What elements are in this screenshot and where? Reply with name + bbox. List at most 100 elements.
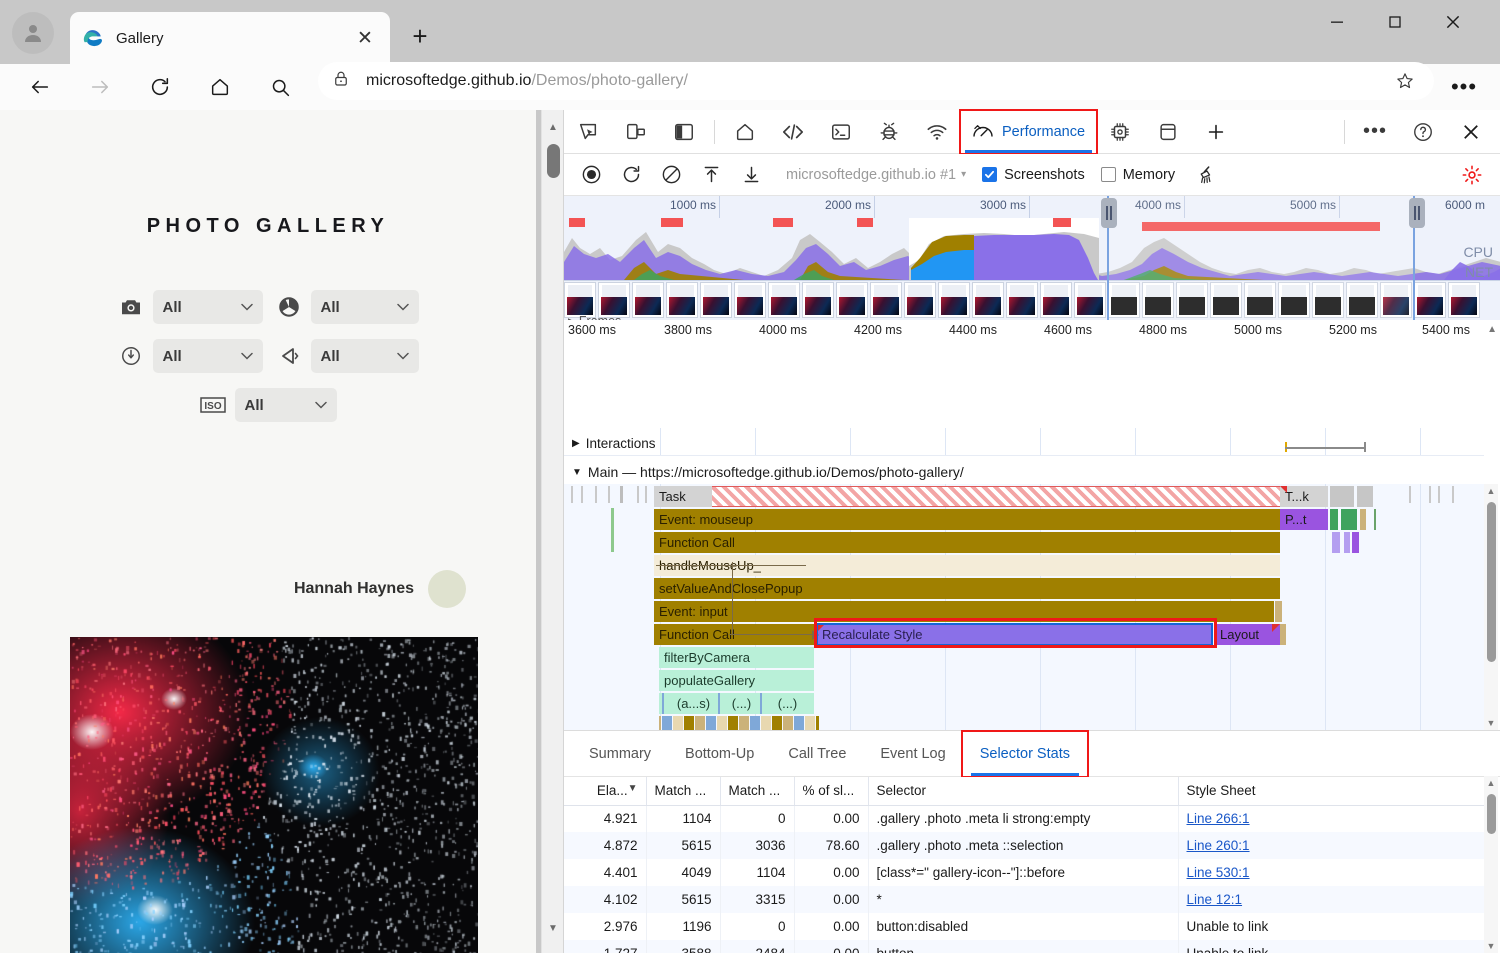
- add-panel-icon[interactable]: [1197, 113, 1235, 151]
- column-header-match-count[interactable]: Match ...: [720, 777, 794, 805]
- more-tools-icon[interactable]: •••: [1356, 113, 1394, 151]
- flame-block-task[interactable]: Task: [654, 486, 712, 507]
- filmstrip-thumbnail[interactable]: [938, 282, 970, 318]
- flame-block-task-small2[interactable]: [1357, 486, 1373, 507]
- details-tab-event-log[interactable]: Event Log: [863, 732, 962, 776]
- gallery-photo[interactable]: [70, 637, 478, 953]
- main-track-header[interactable]: ▼ Main — https://microsoftedge.github.io…: [572, 464, 964, 480]
- new-tab-button[interactable]: +: [404, 20, 436, 52]
- browser-settings-button[interactable]: •••: [1442, 64, 1486, 110]
- selection-handle-left[interactable]: [1101, 198, 1117, 228]
- search-icon[interactable]: [258, 64, 302, 110]
- iso-filter-select[interactable]: All: [235, 388, 337, 422]
- scroll-up-icon[interactable]: ▲: [1484, 484, 1498, 498]
- filmstrip-thumbnail[interactable]: [700, 282, 732, 318]
- cell-style-sheet[interactable]: Line 266:1: [1178, 805, 1484, 832]
- flame-block-task-hatched[interactable]: [712, 486, 1280, 507]
- scroll-down-icon[interactable]: ▼: [1484, 939, 1498, 953]
- table-row[interactable]: 1.727358824840.00buttonUnable to link: [564, 940, 1484, 953]
- flame-block-tan-3[interactable]: [1280, 624, 1286, 645]
- stylesheet-link[interactable]: Line 530:1: [1187, 865, 1250, 880]
- sources-panel-icon[interactable]: [870, 113, 908, 151]
- flame-micro-block[interactable]: [772, 716, 782, 730]
- window-maximize-button[interactable]: [1366, 0, 1424, 44]
- table-row[interactable]: 4.8725615303678.60.gallery .photo .meta …: [564, 832, 1484, 859]
- stylesheet-link[interactable]: Line 12:1: [1187, 892, 1243, 907]
- column-header-style-sheet[interactable]: Style Sheet: [1178, 777, 1484, 805]
- table-row[interactable]: 4.921110400.00.gallery .photo .meta li s…: [564, 805, 1484, 832]
- memory-checkbox[interactable]: Memory: [1101, 167, 1175, 183]
- flame-micro-block[interactable]: [761, 716, 771, 730]
- details-tab-bottom-up[interactable]: Bottom-Up: [668, 732, 771, 776]
- flame-block-function-call-1[interactable]: Function Call: [654, 532, 1280, 553]
- filmstrip-thumbnail[interactable]: [734, 282, 766, 318]
- flame-block-anon-3[interactable]: (...): [767, 693, 803, 714]
- scroll-down-icon[interactable]: ▼: [542, 917, 564, 939]
- download-profile-icon[interactable]: [734, 158, 768, 192]
- favorite-star-icon[interactable]: [1390, 66, 1420, 96]
- flame-chart-scrollbar[interactable]: ▲ ▼: [1484, 484, 1498, 730]
- ruler-collapse-icon[interactable]: ▲: [1487, 324, 1497, 335]
- filmstrip-thumbnail[interactable]: [768, 282, 800, 318]
- table-scrollbar[interactable]: ▲ ▼: [1484, 776, 1498, 953]
- scroll-up-icon[interactable]: ▲: [1484, 776, 1498, 790]
- network-panel-icon[interactable]: [918, 113, 956, 151]
- table-row[interactable]: 2.976119600.00button:disabledUnable to l…: [564, 913, 1484, 940]
- window-close-button[interactable]: [1424, 0, 1482, 44]
- screenshots-checkbox[interactable]: Screenshots: [982, 167, 1085, 183]
- overview-selection-window[interactable]: [1107, 196, 1415, 320]
- broom-icon[interactable]: [1189, 158, 1223, 192]
- close-devtools-icon[interactable]: [1452, 113, 1490, 151]
- selection-handle-right[interactable]: [1409, 198, 1425, 228]
- flame-micro-block[interactable]: [673, 716, 683, 730]
- scroll-down-icon[interactable]: ▼: [1484, 716, 1498, 730]
- stylesheet-link[interactable]: Line 260:1: [1187, 838, 1250, 853]
- back-arrow-icon[interactable]: [18, 64, 62, 110]
- flame-block-lpurple-2[interactable]: [1344, 532, 1350, 553]
- flame-block-tan-2[interactable]: [1275, 601, 1282, 622]
- flame-micro-block[interactable]: [805, 716, 815, 730]
- application-panel-icon[interactable]: [1149, 113, 1187, 151]
- flame-micro-block[interactable]: [794, 716, 804, 730]
- details-tab-call-tree[interactable]: Call Tree: [771, 732, 863, 776]
- flame-block-green-1[interactable]: [1330, 509, 1338, 530]
- dock-side-icon[interactable]: [665, 113, 703, 151]
- column-header-pct-slow[interactable]: % of sl...: [794, 777, 868, 805]
- filmstrip-thumbnail[interactable]: [836, 282, 868, 318]
- flame-micro-block[interactable]: [706, 716, 716, 730]
- lock-icon[interactable]: [332, 70, 354, 92]
- flame-scrollbar-thumb[interactable]: [1487, 502, 1496, 662]
- details-tab-summary[interactable]: Summary: [572, 732, 668, 776]
- filmstrip-thumbnail[interactable]: [870, 282, 902, 318]
- flame-micro-block[interactable]: [659, 716, 661, 730]
- flame-micro-block[interactable]: [684, 716, 694, 730]
- flame-chart[interactable]: Task T...k Event: mouseup P...t Function…: [564, 484, 1484, 730]
- table-row[interactable]: 4.102561533150.00*Line 12:1: [564, 886, 1484, 913]
- column-header-match-attempts[interactable]: Match ...: [646, 777, 720, 805]
- close-icon[interactable]: ✕: [352, 25, 378, 51]
- tab-performance[interactable]: Performance: [961, 111, 1096, 153]
- help-icon[interactable]: [1404, 113, 1442, 151]
- home-icon[interactable]: [198, 64, 242, 110]
- interactions-track-header[interactable]: ▶ Interactions: [572, 436, 656, 451]
- column-header-elapsed[interactable]: Ela... ▼: [564, 777, 646, 805]
- stylesheet-link[interactable]: Line 266:1: [1187, 811, 1250, 826]
- window-minimize-button[interactable]: [1308, 0, 1366, 44]
- filmstrip-thumbnail[interactable]: [1040, 282, 1072, 318]
- shutter-speed-filter-select[interactable]: All: [153, 339, 263, 373]
- page-scrollbar[interactable]: ▲ ▼: [541, 110, 563, 953]
- console-panel-icon[interactable]: [822, 113, 860, 151]
- profile-avatar[interactable]: [12, 12, 54, 54]
- flame-block-green-2[interactable]: [1341, 509, 1357, 530]
- filmstrip-thumbnail[interactable]: [564, 282, 596, 318]
- camera-filter-select[interactable]: All: [153, 290, 263, 324]
- flame-micro-block[interactable]: [728, 716, 738, 730]
- flame-block-filterbycamera[interactable]: filterByCamera: [659, 647, 814, 668]
- flame-block-layout[interactable]: Layout: [1215, 624, 1280, 645]
- device-emulation-icon[interactable]: [617, 113, 655, 151]
- flame-block-setvalueandclosepopup[interactable]: setValueAndClosePopup: [654, 578, 1280, 599]
- performance-settings-gear-icon[interactable]: [1455, 158, 1489, 192]
- home-panel-icon[interactable]: [726, 113, 764, 151]
- details-tab-selector-stats[interactable]: Selector Stats: [963, 732, 1087, 776]
- flame-block-lpurple-1[interactable]: [1332, 532, 1340, 553]
